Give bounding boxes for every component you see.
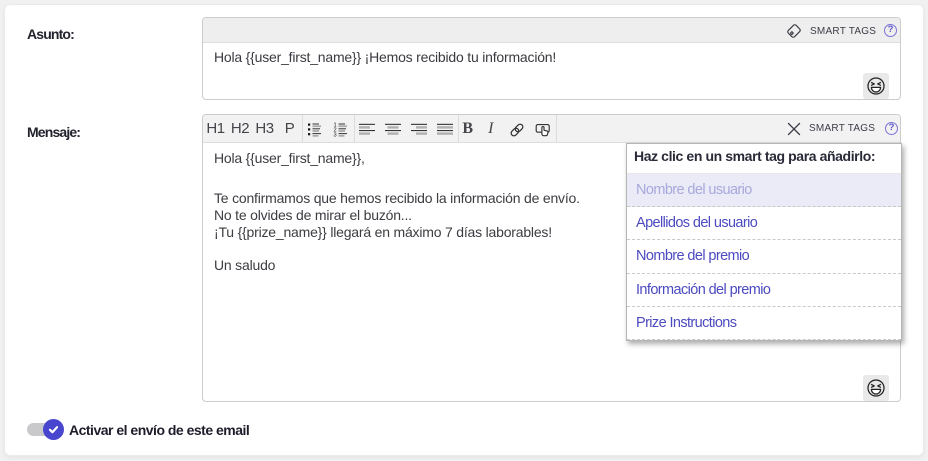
svg-text:3: 3 bbox=[334, 132, 337, 137]
